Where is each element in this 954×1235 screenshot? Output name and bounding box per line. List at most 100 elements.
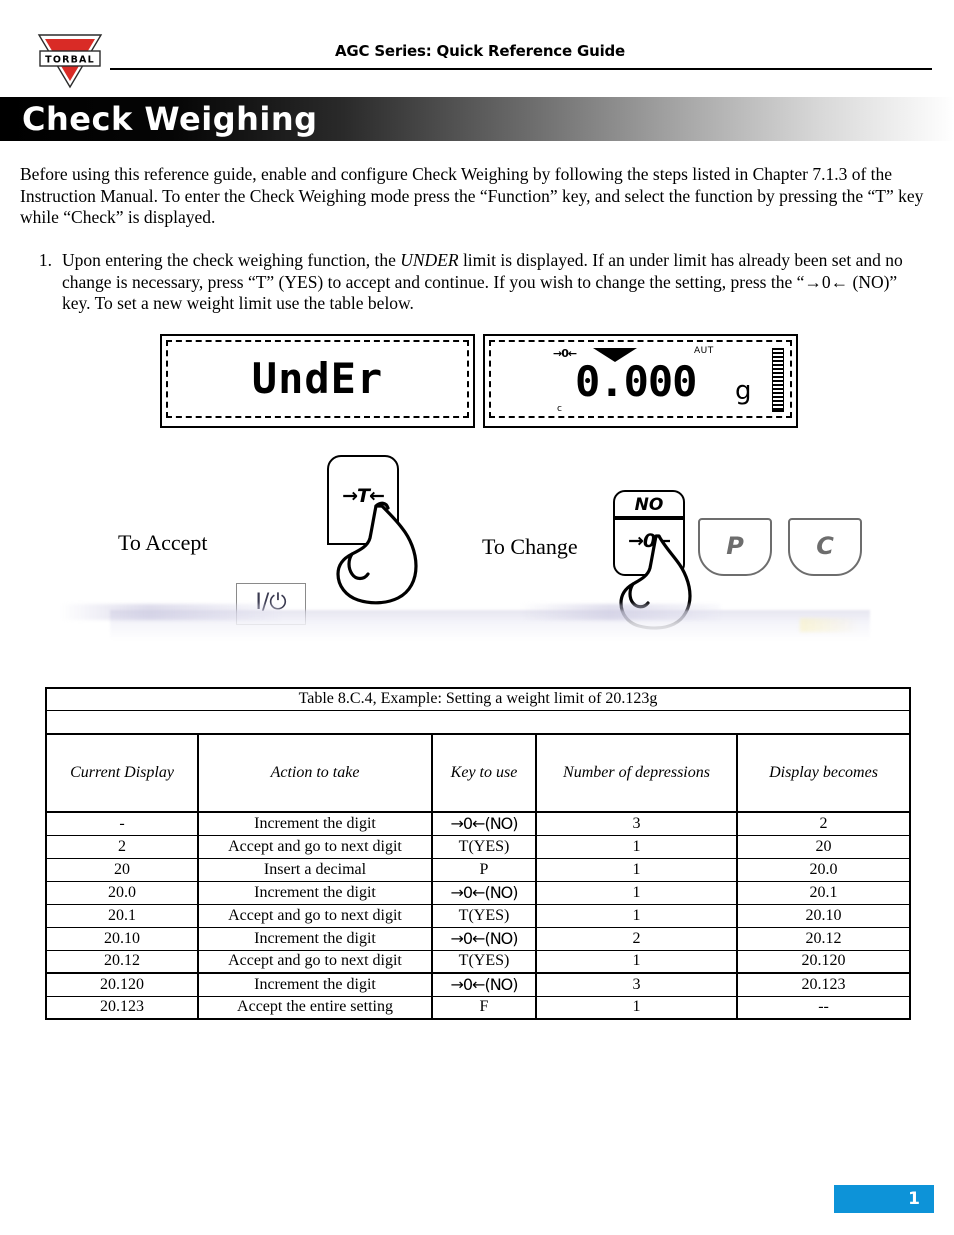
cell-key: →0←(NO) [431, 811, 537, 836]
cell-current-display: 20.123 [45, 995, 199, 1020]
svg-text:TORBAL: TORBAL [45, 55, 95, 66]
cell-display-becomes: -- [736, 995, 912, 1020]
cell-display-becomes: 20.12 [736, 926, 912, 951]
table-row: 20.1 Accept and go to next digit T(YES) … [45, 903, 912, 928]
lcd-display-under: UndEr [160, 334, 475, 428]
auto-indicator-label: AUT [694, 346, 714, 356]
cell-action: Increment the digit [197, 880, 433, 905]
cell-key: T(YES) [431, 903, 537, 928]
lcd-screen-area: →0← AUT c 0.000 g [489, 340, 792, 418]
cell-key: →0←(NO) [431, 926, 537, 951]
example-table-wrap: Table 8.C.4, Example: Setting a weight l… [44, 687, 912, 1020]
table-row: 20 Insert a decimal P 1 20.0 [45, 857, 912, 882]
cell-depressions: 3 [535, 972, 738, 997]
page-title: Check Weighing [22, 100, 318, 138]
step-emphasis: UNDER [400, 250, 459, 270]
cell-action: Increment the digit [197, 972, 433, 997]
display-illustrations: UndEr →0← AUT c 0.000 g [160, 334, 798, 428]
table-caption: Table 8.C.4, Example: Setting a weight l… [44, 687, 912, 711]
cell-display-becomes: 2 [736, 811, 912, 836]
cell-depressions: 1 [535, 903, 738, 928]
cell-depressions: 3 [535, 811, 738, 836]
cell-depressions: 2 [535, 926, 738, 951]
table-row: 20.120 Increment the digit →0←(NO) 3 20.… [45, 972, 912, 997]
keypad-photo-fade-right [520, 604, 720, 620]
torbal-logo: TORBAL [31, 31, 109, 89]
table-row: 20.10 Increment the digit →0←(NO) 2 20.1… [45, 926, 912, 951]
table-spacer-cell [44, 709, 912, 735]
table-caption-row: Table 8.C.4, Example: Setting a weight l… [44, 687, 912, 711]
lcd-weight-value: 0.000 [575, 357, 697, 406]
to-change-label: To Change [482, 534, 578, 559]
lcd-display-weight: →0← AUT c 0.000 g [483, 334, 798, 428]
cell-current-display: 2 [45, 834, 199, 859]
step-text-part1: Upon entering the check weighing functio… [62, 250, 401, 270]
header-divider [110, 68, 932, 70]
c-key[interactable]: C [788, 518, 862, 576]
cell-action: Accept and go to next digit [197, 949, 433, 974]
cell-current-display: 20.10 [45, 926, 199, 951]
list-item: 1. Upon entering the check weighing func… [20, 250, 926, 315]
table-row: 20.12 Accept and go to next digit T(YES)… [45, 949, 912, 974]
cell-key: →0←(NO) [431, 972, 537, 997]
table-spacer-row [44, 709, 912, 735]
zero-indicator-icon: →0← [553, 347, 577, 360]
table-row: - Increment the digit →0←(NO) 3 2 [45, 811, 912, 836]
cell-action: Increment the digit [197, 811, 433, 836]
lcd-weight-unit: g [735, 376, 752, 406]
cell-current-display: - [45, 811, 199, 836]
column-header: Key to use [431, 733, 537, 813]
page-header: TORBAL AGC Series: Quick Reference Guide [0, 0, 954, 92]
page-number: 1 [908, 1189, 920, 1209]
header-title: AGC Series: Quick Reference Guide [334, 42, 626, 60]
cell-display-becomes: 20.10 [736, 903, 912, 928]
cell-key: T(YES) [431, 949, 537, 974]
keypad-photo-fade-left [60, 604, 280, 620]
keypad-photo-smudge [800, 618, 860, 632]
column-header: Current Display [45, 733, 199, 813]
no-key-label: NO [634, 495, 664, 515]
cell-key: →0←(NO) [431, 880, 537, 905]
cell-display-becomes: 20.0 [736, 857, 912, 882]
column-header: Display becomes [736, 733, 912, 813]
p-key[interactable]: P [698, 518, 772, 576]
table-header-row: Current Display Action to take Key to us… [45, 733, 912, 813]
cell-depressions: 1 [535, 995, 738, 1020]
cell-depressions: 1 [535, 880, 738, 905]
cell-display-becomes: 20.120 [736, 949, 912, 974]
cell-current-display: 20.12 [45, 949, 199, 974]
cell-depressions: 1 [535, 857, 738, 882]
cell-action: Insert a decimal [197, 857, 433, 882]
step-number: 1. [38, 250, 52, 270]
cell-current-display: 20.120 [45, 972, 199, 997]
cell-key: F [431, 995, 537, 1020]
example-table: Table 8.C.4, Example: Setting a weight l… [44, 687, 912, 1020]
table-row: 20.0 Increment the digit →0←(NO) 1 20.1 [45, 880, 912, 905]
c-indicator-label: c [557, 404, 562, 414]
cell-display-becomes: 20.123 [736, 972, 912, 997]
cell-current-display: 20 [45, 857, 199, 882]
cell-display-becomes: 20 [736, 834, 912, 859]
to-accept-label: To Accept [118, 530, 208, 555]
cell-depressions: 1 [535, 949, 738, 974]
cell-key: P [431, 857, 537, 882]
step-text: Upon entering the check weighing functio… [62, 250, 926, 315]
table-row: 20.123 Accept the entire setting F 1 -- [45, 995, 912, 1020]
cell-action: Accept and go to next digit [197, 903, 433, 928]
c-key-label: C [816, 532, 834, 560]
cell-current-display: 20.0 [45, 880, 199, 905]
page-number-badge: 1 [834, 1185, 934, 1213]
table-row: 2 Accept and go to next digit T(YES) 1 2… [45, 834, 912, 859]
intro-paragraph: Before using this reference guide, enabl… [20, 164, 924, 227]
capacity-bargraph-icon [772, 348, 784, 412]
column-header: Action to take [197, 733, 433, 813]
column-header: Number of depressions [535, 733, 738, 813]
cell-depressions: 1 [535, 834, 738, 859]
p-key-label: P [726, 532, 744, 560]
cell-action: Increment the digit [197, 926, 433, 951]
pointing-hand-icon [330, 498, 430, 613]
steps-list: 1. Upon entering the check weighing func… [20, 250, 926, 315]
cell-action: Accept and go to next digit [197, 834, 433, 859]
no-key[interactable]: NO [613, 490, 685, 518]
cell-current-display: 20.1 [45, 903, 199, 928]
